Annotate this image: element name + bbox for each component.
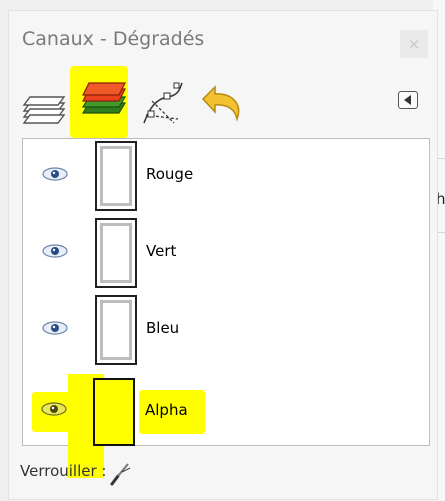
paths-icon — [143, 82, 183, 124]
eye-icon[interactable] — [41, 319, 69, 337]
channel-label: Bleu — [146, 319, 180, 337]
tab-channels[interactable] — [71, 67, 134, 131]
channel-label: Vert — [146, 242, 177, 260]
dock-tabs — [18, 73, 428, 138]
channel-row-green[interactable]: Vert — [23, 216, 429, 290]
eye-icon[interactable] — [41, 242, 69, 260]
lock-pixels-icon[interactable] — [108, 460, 132, 486]
channel-thumbnail — [93, 378, 135, 446]
layers-icon — [22, 96, 66, 124]
channel-row-alpha[interactable]: Alpha — [22, 368, 428, 446]
channel-thumbnail — [95, 218, 137, 288]
tab-layers[interactable] — [18, 81, 70, 145]
channels-icon — [81, 82, 127, 114]
close-icon: × — [407, 35, 421, 53]
tab-paths[interactable] — [138, 79, 186, 143]
dock-menu-button[interactable] — [398, 91, 418, 109]
dialog-title: Canaux - Dégradés — [22, 28, 205, 50]
channel-thumbnail — [95, 295, 137, 365]
close-button[interactable]: × — [400, 30, 428, 58]
channel-thumbnail — [95, 141, 137, 211]
tab-undo[interactable] — [193, 79, 249, 143]
channel-label: Rouge — [146, 165, 194, 183]
eye-icon[interactable] — [40, 400, 68, 418]
undo-icon — [201, 85, 240, 122]
eye-icon[interactable] — [41, 165, 69, 183]
channel-row-blue[interactable]: Bleu — [23, 293, 429, 367]
channel-label: Alpha — [145, 401, 188, 419]
channel-row-red[interactable]: Rouge — [23, 139, 429, 213]
lock-label: Verrouiller : — [20, 462, 107, 480]
